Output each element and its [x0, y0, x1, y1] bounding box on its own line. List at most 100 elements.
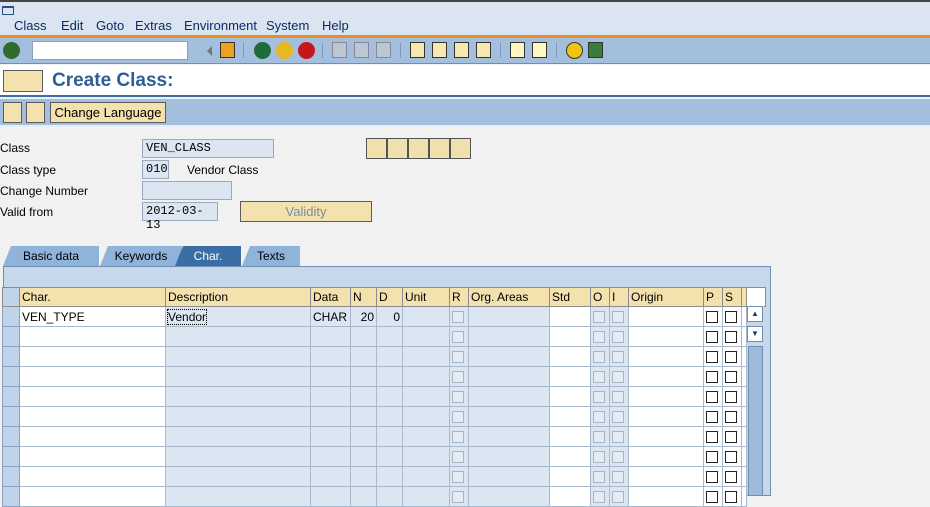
back-icon[interactable] [254, 42, 271, 59]
menu-environment[interactable]: Environment [184, 18, 257, 33]
print-icon[interactable] [332, 42, 347, 58]
checkbox-s[interactable] [725, 431, 737, 444]
cell-origin[interactable] [628, 406, 704, 427]
cell-description[interactable] [165, 426, 311, 447]
cell-std[interactable] [549, 386, 591, 407]
cell-p[interactable] [703, 366, 723, 387]
cell-s[interactable] [722, 426, 742, 447]
cell-description[interactable] [165, 446, 311, 467]
col-std[interactable]: Std [549, 287, 591, 307]
cell-p[interactable] [703, 406, 723, 427]
checkbox-s[interactable] [725, 411, 737, 424]
cell-s[interactable] [722, 406, 742, 427]
cell-char[interactable] [19, 406, 166, 427]
col-r[interactable]: R [449, 287, 469, 307]
cell-std[interactable] [549, 306, 591, 327]
col-i[interactable]: I [609, 287, 629, 307]
cell-origin[interactable] [628, 346, 704, 367]
scroll-up-icon[interactable]: ▲ [747, 306, 763, 322]
checkbox-p[interactable] [706, 451, 718, 464]
checkbox-p[interactable] [706, 391, 718, 404]
col-description[interactable]: Description [165, 287, 311, 307]
previous-page-icon[interactable] [432, 42, 447, 58]
col-n[interactable]: N [350, 287, 377, 307]
menu-class[interactable]: Class [14, 18, 47, 33]
checkbox-p[interactable] [706, 331, 718, 344]
change-language-button[interactable]: Change Language [50, 102, 166, 123]
checkbox-p[interactable] [706, 351, 718, 364]
system-menu-icon[interactable] [2, 6, 14, 15]
cell-description[interactable] [165, 386, 311, 407]
cell-std[interactable] [549, 326, 591, 347]
command-field[interactable] [32, 41, 188, 60]
tab-char[interactable]: Char. [175, 246, 241, 266]
tab-texts[interactable]: Texts [242, 246, 300, 266]
checkbox-p[interactable] [706, 311, 718, 324]
edit-icon[interactable] [388, 139, 407, 158]
checkbox-s[interactable] [725, 491, 737, 504]
row-selector[interactable] [2, 366, 20, 387]
col-origin[interactable]: Origin [628, 287, 704, 307]
checkbox-s[interactable] [725, 391, 737, 404]
col-char[interactable]: Char. [19, 287, 166, 307]
cell-char[interactable] [19, 386, 166, 407]
cell-p[interactable] [703, 306, 723, 327]
scroll-down-icon[interactable]: ▼ [747, 326, 763, 342]
cell-char[interactable] [19, 426, 166, 447]
checkbox-s[interactable] [725, 311, 737, 324]
valid-from-field[interactable]: 2012-03-13 [142, 202, 218, 232]
row-selector[interactable] [2, 486, 20, 507]
col-data[interactable]: Data [310, 287, 351, 307]
cell-std[interactable] [549, 406, 591, 427]
save-icon[interactable] [220, 42, 235, 58]
scroll-thumb[interactable] [748, 346, 763, 496]
col-p[interactable]: P [703, 287, 723, 307]
cell-description[interactable] [165, 486, 311, 507]
cell-s[interactable] [722, 366, 742, 387]
menu-extras[interactable]: Extras [135, 18, 172, 33]
cell-origin[interactable] [628, 386, 704, 407]
cell-char[interactable]: VEN_TYPE [19, 306, 166, 327]
row-selector[interactable] [2, 406, 20, 427]
checkbox-p[interactable] [706, 411, 718, 424]
vertical-scrollbar[interactable]: ▲ ▼ [747, 306, 764, 496]
class-field[interactable]: VEN_CLASS [142, 139, 274, 158]
tab-keywords[interactable]: Keywords [100, 246, 182, 266]
cell-s[interactable] [722, 466, 742, 487]
checkbox-s[interactable] [725, 371, 737, 384]
other-class-icon[interactable] [3, 102, 22, 123]
cell-origin[interactable] [628, 326, 704, 347]
row-selector[interactable] [2, 466, 20, 487]
cell-s[interactable] [722, 306, 742, 327]
checkbox-p[interactable] [706, 491, 718, 504]
cell-origin[interactable] [628, 466, 704, 487]
checkbox-p[interactable] [706, 431, 718, 444]
shortcut-icon[interactable] [532, 42, 547, 58]
col-unit[interactable]: Unit [402, 287, 450, 307]
cell-description[interactable]: Vendor [165, 306, 311, 327]
find-next-icon[interactable] [376, 42, 391, 58]
cell-origin[interactable] [628, 306, 704, 327]
cell-s[interactable] [722, 346, 742, 367]
col-o[interactable]: O [590, 287, 610, 307]
cell-s[interactable] [722, 386, 742, 407]
row-selector[interactable] [2, 326, 20, 347]
menu-help[interactable]: Help [322, 18, 349, 33]
cell-s[interactable] [722, 446, 742, 467]
menu-goto[interactable]: Goto [96, 18, 124, 33]
cell-s[interactable] [722, 486, 742, 507]
cell-origin[interactable] [628, 366, 704, 387]
display-icon[interactable] [367, 139, 386, 158]
cell-p[interactable] [703, 326, 723, 347]
delete-icon[interactable] [451, 139, 470, 158]
menu-edit[interactable]: Edit [61, 18, 83, 33]
copy-icon[interactable] [430, 139, 449, 158]
layout-menu-icon[interactable] [588, 42, 603, 58]
cell-char[interactable] [19, 366, 166, 387]
row-selector[interactable] [2, 386, 20, 407]
cell-char[interactable] [19, 346, 166, 367]
cell-origin[interactable] [628, 446, 704, 467]
menu-system[interactable]: System [266, 18, 309, 33]
cell-std[interactable] [549, 346, 591, 367]
enter-icon[interactable] [3, 42, 20, 59]
